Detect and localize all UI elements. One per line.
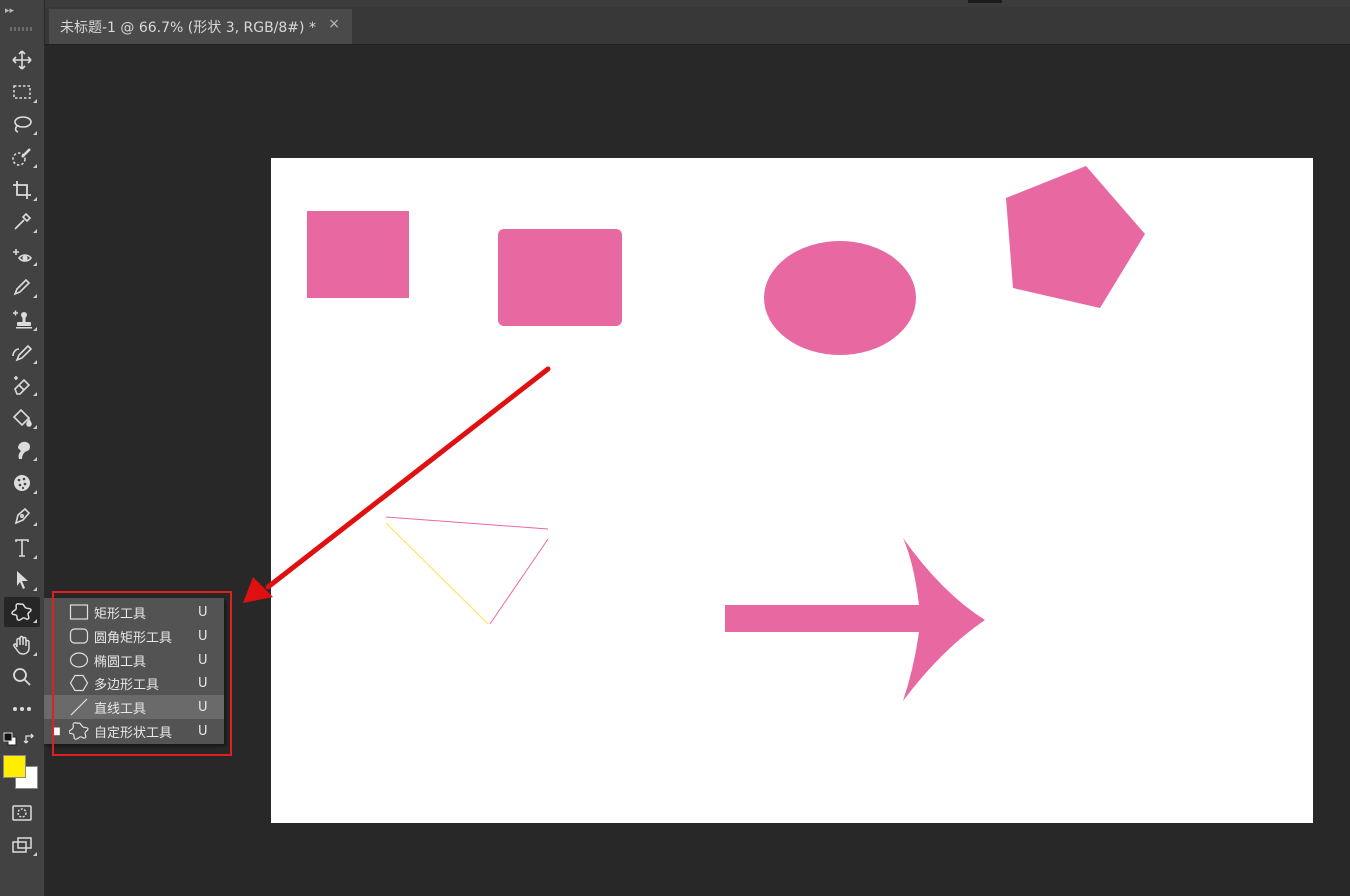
document-tab-bar: 未标题-1 @ 66.7% (形状 3, RGB/8#) * × <box>45 7 1350 45</box>
menu-item-label: 自定形状工具 <box>94 725 173 741</box>
brush-tool[interactable] <box>4 272 40 302</box>
collapse-toolbar-button[interactable]: ▸▸ <box>5 7 14 16</box>
hand-icon <box>13 635 30 655</box>
quick-select-icon <box>12 148 31 166</box>
brush-icon <box>13 278 31 296</box>
foreground-color-swatch[interactable] <box>3 755 26 778</box>
smudge-tool[interactable] <box>4 435 40 465</box>
stamp-icon <box>13 310 32 329</box>
menu-item-shortcut: U <box>198 652 208 668</box>
quick-mask-button[interactable] <box>4 798 40 828</box>
clone-stamp-tool[interactable] <box>4 305 40 335</box>
document-tab[interactable]: 未标题-1 @ 66.7% (形状 3, RGB/8#) * × <box>49 9 352 44</box>
line-icon <box>68 698 90 716</box>
ellipse-icon <box>68 651 90 669</box>
sponge-icon <box>14 475 30 491</box>
close-tab-button[interactable]: × <box>328 16 340 32</box>
polygon-icon <box>68 674 90 692</box>
crop-icon <box>13 181 31 199</box>
custom-shape-tool[interactable] <box>4 597 40 627</box>
menu-item-label: 多边形工具 <box>94 677 160 693</box>
sponge-tool[interactable] <box>4 468 40 498</box>
rect-marquee-icon <box>13 85 31 99</box>
menu-item-shortcut: U <box>198 723 208 739</box>
screen-mode-icon <box>12 837 32 853</box>
screen-mode-button[interactable] <box>4 830 40 860</box>
eyedropper-tool[interactable] <box>4 207 40 237</box>
eyedropper-icon <box>14 212 32 230</box>
pink-arrow-shape <box>725 538 985 701</box>
triangle-outline-edge-right <box>489 538 549 625</box>
menu-item-ellipse-tool[interactable]: 椭圆工具 U <box>44 648 224 672</box>
custom-shape-icon <box>68 722 90 740</box>
menu-item-rectangle-tool[interactable]: 矩形工具 U <box>44 600 224 624</box>
swap-colors-icon[interactable] <box>23 732 37 746</box>
type-icon <box>15 539 29 557</box>
shape-tool-flyout-menu: 矩形工具 U 圆角矩形工具 U 椭圆工具 U 多边形工具 U 直线工具 U ■ … <box>44 598 224 744</box>
type-tool[interactable] <box>4 533 40 563</box>
menu-item-label: 椭圆工具 <box>94 654 147 670</box>
menu-item-rounded-rect-tool[interactable]: 圆角矩形工具 U <box>44 624 224 648</box>
red-eye-tool[interactable] <box>4 240 40 270</box>
path-select-tool[interactable] <box>4 565 40 595</box>
default-colors-icon[interactable] <box>3 732 17 746</box>
menu-item-shortcut: U <box>198 699 208 715</box>
zoom-icon <box>13 668 31 686</box>
ellipsis-icon <box>13 707 31 711</box>
triangle-outline-edge-left <box>385 522 489 625</box>
menu-item-shortcut: U <box>198 628 208 644</box>
pink-pentagon-shape <box>1006 166 1145 308</box>
move-icon <box>12 50 32 70</box>
history-brush-tool[interactable] <box>4 338 40 368</box>
lasso-icon <box>14 116 32 133</box>
eraser-tool[interactable] <box>4 370 40 400</box>
selected-check-icon: ■ <box>51 725 61 737</box>
zoom-tool[interactable] <box>4 662 40 692</box>
marquee-tool[interactable] <box>4 77 40 107</box>
triangle-outline-edge-top <box>385 516 549 530</box>
menu-item-label: 直线工具 <box>94 701 147 717</box>
document-canvas[interactable] <box>271 158 1313 823</box>
lasso-tool[interactable] <box>4 109 40 139</box>
move-tool[interactable] <box>4 45 40 75</box>
history-brush-icon <box>12 344 33 362</box>
menu-item-line-tool[interactable]: 直线工具 U <box>44 695 224 719</box>
menu-item-shortcut: U <box>198 604 208 620</box>
custom-shape-icon <box>11 602 32 621</box>
arrow-icon <box>17 571 28 589</box>
crop-tool[interactable] <box>4 175 40 205</box>
eraser-icon <box>14 376 31 395</box>
pen-tool[interactable] <box>4 500 40 530</box>
menu-item-polygon-tool[interactable]: 多边形工具 U <box>44 671 224 695</box>
pink-ellipse-shape <box>764 241 916 355</box>
toolbar-grip[interactable] <box>10 27 34 31</box>
menu-item-label: 圆角矩形工具 <box>94 630 173 646</box>
panel-grip[interactable] <box>968 0 1002 3</box>
document-tab-title: 未标题-1 @ 66.7% (形状 3, RGB/8#) * <box>60 19 316 36</box>
tools-panel: ▸▸ <box>0 0 45 896</box>
paint-bucket-tool[interactable] <box>4 403 40 433</box>
hand-tool[interactable] <box>4 630 40 660</box>
menu-item-label: 矩形工具 <box>94 606 147 622</box>
menu-item-shortcut: U <box>198 675 208 691</box>
menu-item-custom-shape-tool[interactable]: ■ 自定形状工具 U <box>44 719 224 743</box>
pen-icon <box>14 507 31 525</box>
pink-rounded-rectangle-shape <box>498 229 622 326</box>
smudge-icon <box>18 441 30 459</box>
red-eye-icon <box>13 249 33 262</box>
rounded-rect-icon <box>68 627 90 645</box>
quick-mask-icon <box>12 805 32 821</box>
pink-rectangle-shape <box>307 211 409 298</box>
rectangle-icon <box>68 603 90 621</box>
more-tools[interactable] <box>4 694 40 724</box>
bucket-icon <box>12 408 32 427</box>
canvas-artwork <box>307 166 1145 701</box>
quick-select-tool[interactable] <box>4 142 40 172</box>
